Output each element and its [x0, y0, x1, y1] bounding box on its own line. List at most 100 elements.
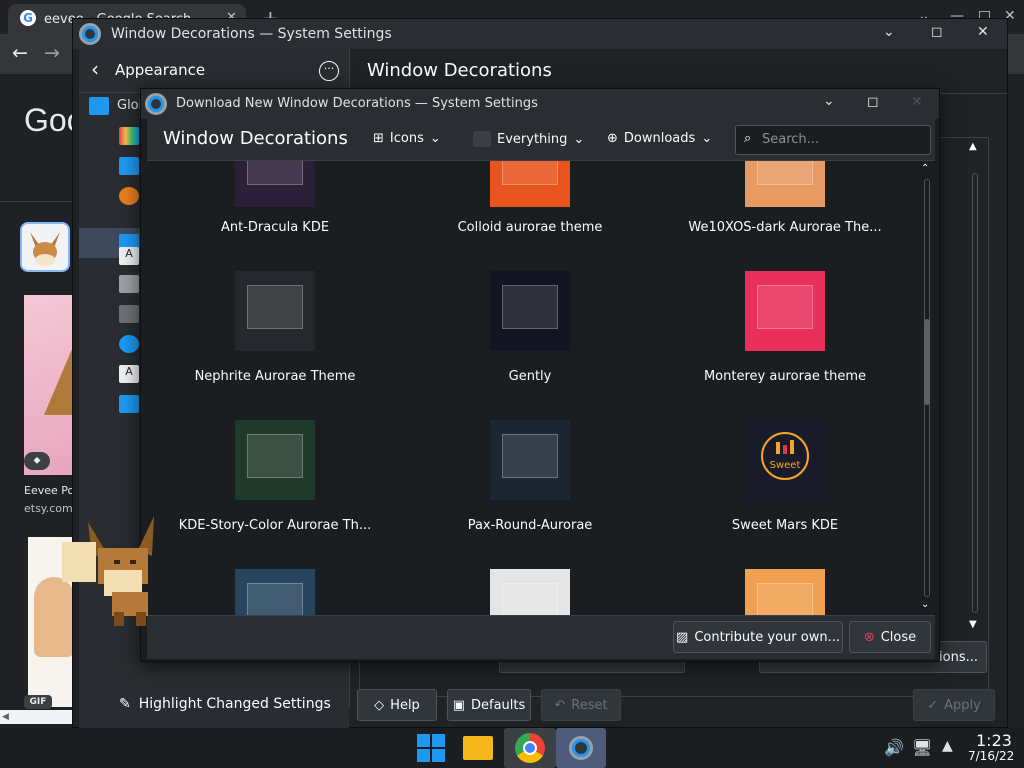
- application-launcher-icon[interactable]: [414, 732, 450, 764]
- thumbnail-window-mock: [247, 434, 303, 478]
- close-icon[interactable]: ✕: [977, 24, 989, 40]
- item-label[interactable]: Pax-Round-Aurorae: [405, 518, 655, 533]
- back-to-appearance[interactable]: Appearance: [115, 61, 205, 79]
- maximize-icon[interactable]: ◻: [867, 94, 879, 110]
- close-dialog-button[interactable]: ⊗ Close: [849, 621, 931, 653]
- dialog-app-icon: [145, 93, 167, 115]
- maximize-icon[interactable]: ◻: [931, 24, 943, 40]
- fonts-icon[interactable]: A: [119, 247, 139, 265]
- item-label[interactable]: Ant-Dracula KDE: [150, 220, 400, 235]
- minimize-icon[interactable]: ⌄: [883, 24, 895, 40]
- horizontal-scrollbar[interactable]: ◀: [0, 710, 78, 724]
- item-thumbnail[interactable]: [235, 271, 315, 351]
- chevron-down-icon: ⌄: [701, 131, 713, 146]
- highlight-changed-settings[interactable]: ✎ Highlight Changed Settings: [119, 696, 331, 712]
- dialog-heading: Window Decorations: [163, 128, 348, 149]
- item-thumbnail[interactable]: [235, 161, 315, 207]
- thumbnail-window-mock: [502, 434, 558, 478]
- filter-dropdown[interactable]: Everything ⌄: [473, 131, 584, 147]
- thumbnail-window-mock: [247, 583, 303, 615]
- item-thumbnail[interactable]: [745, 271, 825, 351]
- search-field[interactable]: ⌕ Search...: [735, 125, 931, 155]
- item-thumbnail[interactable]: [490, 420, 570, 500]
- system-tray-expand-icon[interactable]: ▲: [942, 738, 953, 754]
- plasma-style-icon[interactable]: [119, 157, 139, 175]
- chrome-center: [523, 741, 537, 755]
- help-label: Help: [390, 697, 420, 713]
- contribute-label: Contribute your own...: [694, 629, 840, 645]
- tag-icon: ⬥: [24, 452, 50, 470]
- item-label[interactable]: Colloid aurorae theme: [405, 220, 655, 235]
- scroll-left-icon[interactable]: ◀: [2, 712, 9, 722]
- view-mode-dropdown[interactable]: ⊞ Icons ⌄: [373, 131, 441, 146]
- scroll-up-icon[interactable]: ▲: [969, 141, 977, 152]
- thumbnail-window-mock: [247, 161, 303, 185]
- help-icon: ◇: [374, 697, 385, 713]
- item-label[interactable]: Nephrite Aurorae Theme: [150, 369, 400, 384]
- minimize-icon[interactable]: ⌄: [823, 93, 835, 109]
- item-label[interactable]: We10XOS-dark Aurorae The...: [660, 220, 910, 235]
- result-image[interactable]: [24, 295, 78, 475]
- grid-tiles: [417, 734, 445, 762]
- system-settings-task[interactable]: [556, 728, 606, 768]
- folder-shape: [463, 736, 493, 760]
- defaults-button[interactable]: ▣ Defaults: [447, 689, 531, 721]
- back-arrow-icon[interactable]: ←: [12, 42, 28, 64]
- item-thumbnail[interactable]: Sweet: [745, 420, 825, 500]
- result-caption[interactable]: Eevee Po: [24, 484, 74, 497]
- item-thumbnail[interactable]: [235, 420, 315, 500]
- global-theme-icon[interactable]: [89, 97, 109, 115]
- sort-dropdown[interactable]: ⊕ Downloads ⌄: [607, 131, 712, 146]
- hamburger-menu-button[interactable]: ···: [319, 61, 339, 81]
- item-label[interactable]: Monterey aurorae theme: [660, 369, 910, 384]
- item-thumbnail[interactable]: [490, 271, 570, 351]
- settings-app-icon: [79, 23, 101, 45]
- colors-icon[interactable]: [119, 127, 139, 145]
- contribute-button[interactable]: ▨ Contribute your own...: [673, 621, 843, 653]
- apply-button[interactable]: ✓ Apply: [913, 689, 995, 721]
- item-thumbnail[interactable]: [745, 569, 825, 615]
- defaults-label: Defaults: [471, 697, 526, 713]
- item-thumbnail[interactable]: [490, 161, 570, 207]
- content-scrollbar[interactable]: ▲ ▼: [969, 141, 983, 631]
- chrome-task[interactable]: [504, 728, 556, 768]
- close-icon[interactable]: ✕: [911, 94, 923, 110]
- volume-icon[interactable]: 🔊: [884, 738, 904, 757]
- scroll-up-icon[interactable]: ⌃: [921, 163, 929, 174]
- forward-arrow-icon[interactable]: →: [44, 42, 60, 64]
- network-icon[interactable]: 🖥: [912, 738, 932, 757]
- back-chevron-icon[interactable]: ‹: [91, 57, 99, 81]
- item-thumbnail[interactable]: [745, 161, 825, 207]
- splash-screen-icon[interactable]: [119, 395, 139, 413]
- chevron-down-icon: ⌄: [573, 131, 585, 147]
- application-style-icon[interactable]: [119, 187, 139, 205]
- divider: [0, 201, 78, 202]
- clock-time[interactable]: 1:23: [976, 731, 1012, 750]
- download-dialog: Download New Window Decorations — System…: [140, 88, 940, 662]
- thumbnail-window-mock: [502, 161, 558, 185]
- item-thumbnail[interactable]: [235, 569, 315, 615]
- image-filter-chip[interactable]: [20, 222, 70, 272]
- scroll-track[interactable]: [972, 173, 978, 613]
- scroll-down-icon[interactable]: ⌄: [921, 599, 929, 610]
- thumbnail-window-mock: [502, 583, 558, 615]
- item-label[interactable]: Sweet Mars KDE: [660, 518, 910, 533]
- file-manager-icon[interactable]: [460, 732, 496, 764]
- scroll-handle[interactable]: [924, 319, 930, 405]
- help-button[interactable]: ◇ Help: [357, 689, 437, 721]
- item-label[interactable]: KDE-Story-Color Aurorae Th...: [150, 518, 400, 533]
- clock-date[interactable]: 7/16/22: [968, 749, 1014, 763]
- launch-feedback-icon[interactable]: [119, 335, 139, 353]
- icons-icon[interactable]: [119, 275, 139, 293]
- item-label[interactable]: Gently: [405, 369, 655, 384]
- cursors-icon[interactable]: [119, 305, 139, 323]
- font-management-icon[interactable]: A: [119, 365, 139, 383]
- grid-scrollbar[interactable]: ⌃ ⌄: [921, 161, 933, 615]
- eevee-thumb-image: [30, 232, 60, 266]
- check-icon: ✓: [927, 697, 939, 713]
- search-icon: ⌕: [744, 131, 752, 146]
- item-thumbnail[interactable]: [490, 569, 570, 615]
- logo-bar: [783, 445, 787, 454]
- reset-button[interactable]: ↶ Reset: [541, 689, 621, 721]
- scroll-down-icon[interactable]: ▼: [969, 619, 977, 630]
